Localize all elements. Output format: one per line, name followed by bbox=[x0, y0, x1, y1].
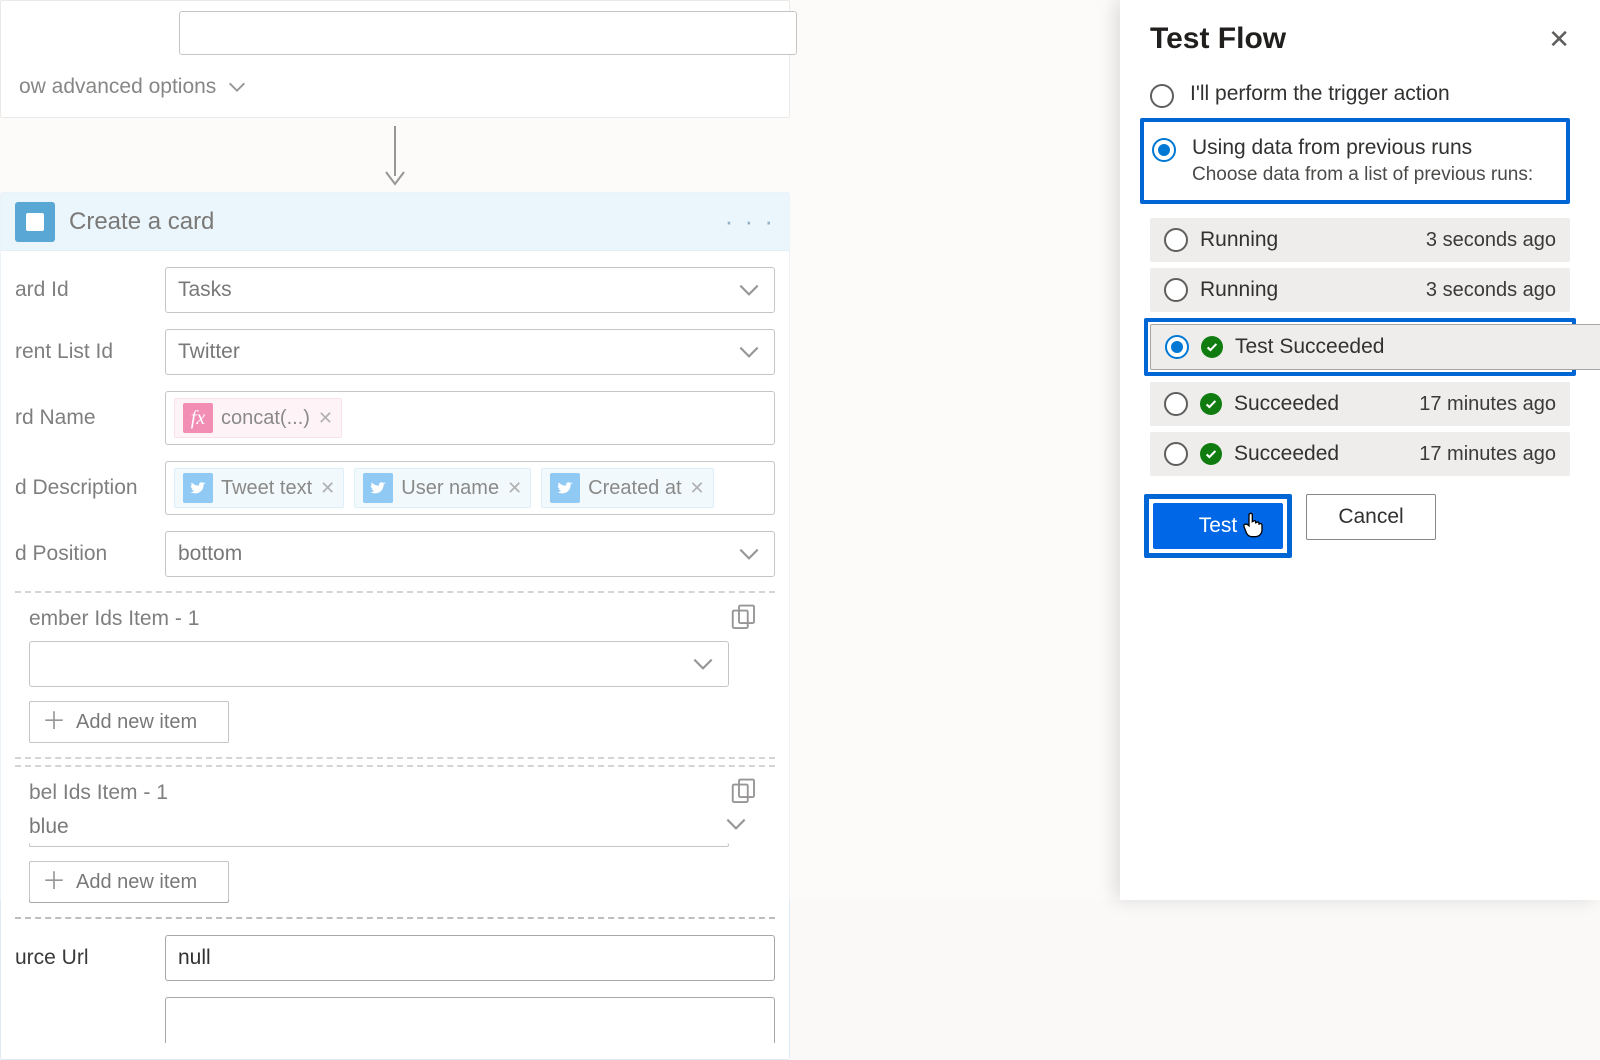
run-item[interactable]: Succeeded 17 minutes ago bbox=[1150, 382, 1570, 426]
option-prev-sublabel: Choose data from a list of previous runs… bbox=[1192, 164, 1533, 186]
source-url-label: urce Url bbox=[15, 946, 145, 970]
radio-icon bbox=[1150, 84, 1174, 108]
success-check-icon bbox=[1200, 393, 1222, 415]
radio-icon bbox=[1152, 138, 1176, 162]
highlight-box-test-button: Test bbox=[1144, 494, 1292, 558]
cancel-button[interactable]: Cancel bbox=[1306, 494, 1436, 540]
highlight-box-option: Using data from previous runs Choose dat… bbox=[1140, 118, 1570, 204]
panel-actions: Test Cancel bbox=[1150, 494, 1570, 558]
highlight-box-run: Test Succeeded 16 minutes ago bbox=[1144, 318, 1576, 376]
run-status: Running bbox=[1200, 278, 1414, 302]
radio-icon bbox=[1164, 442, 1188, 466]
success-check-icon bbox=[1201, 336, 1223, 358]
test-button-label: Test bbox=[1199, 514, 1238, 538]
run-item-selected[interactable]: Test Succeeded 16 minutes ago bbox=[1150, 324, 1600, 370]
success-check-icon bbox=[1200, 443, 1222, 465]
radio-icon bbox=[1164, 278, 1188, 302]
source-url-value: null bbox=[178, 946, 211, 970]
run-time: 3 seconds ago bbox=[1426, 279, 1556, 302]
run-time: 3 seconds ago bbox=[1426, 229, 1556, 252]
radio-icon bbox=[1164, 392, 1188, 416]
source-url-input[interactable]: null bbox=[165, 935, 775, 981]
run-time: 17 minutes ago bbox=[1419, 443, 1556, 466]
close-icon[interactable]: ✕ bbox=[1548, 24, 1570, 55]
test-flow-panel: Test Flow ✕ I'll perform the trigger act… bbox=[1120, 0, 1600, 900]
option-manual-label: I'll perform the trigger action bbox=[1190, 82, 1450, 106]
run-status: Test Succeeded bbox=[1235, 335, 1600, 359]
option-manual-trigger[interactable]: I'll perform the trigger action bbox=[1150, 74, 1570, 116]
run-item[interactable]: Running 3 seconds ago bbox=[1150, 268, 1570, 312]
extra-input[interactable] bbox=[165, 997, 775, 1043]
previous-runs-list: Running 3 seconds ago Running 3 seconds … bbox=[1150, 218, 1570, 476]
option-prev-label: Using data from previous runs bbox=[1192, 136, 1533, 160]
radio-icon bbox=[1164, 228, 1188, 252]
run-time: 17 minutes ago bbox=[1419, 393, 1556, 416]
run-item[interactable]: Running 3 seconds ago bbox=[1150, 218, 1570, 262]
run-status: Running bbox=[1200, 228, 1414, 252]
run-item[interactable]: Succeeded 17 minutes ago bbox=[1150, 432, 1570, 476]
run-status: Succeeded bbox=[1234, 442, 1407, 466]
radio-icon bbox=[1165, 335, 1189, 359]
option-previous-runs[interactable]: Using data from previous runs Choose dat… bbox=[1152, 128, 1558, 194]
test-button[interactable]: Test bbox=[1153, 503, 1283, 549]
cancel-button-label: Cancel bbox=[1338, 505, 1403, 529]
panel-title: Test Flow bbox=[1150, 22, 1286, 56]
run-status: Succeeded bbox=[1234, 392, 1407, 416]
